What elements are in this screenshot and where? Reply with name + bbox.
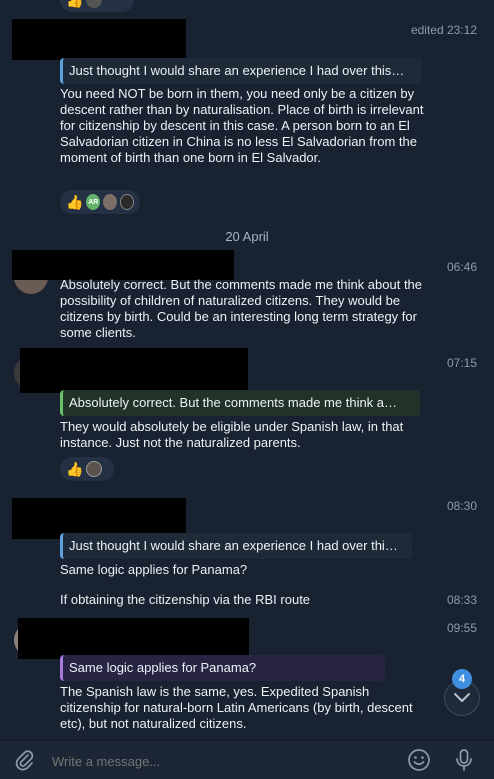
redacted-sender <box>20 348 248 393</box>
attach-button[interactable] <box>11 747 37 773</box>
redacted-sender <box>12 250 234 280</box>
message-time: 09:55 <box>446 621 477 635</box>
thumbs-up-icon: 👍 <box>66 460 84 477</box>
redacted-sender <box>12 19 186 60</box>
reaction-avatar <box>86 461 103 477</box>
message-text: If obtaining the citizenship via the RBI… <box>60 592 311 607</box>
reply-quote[interactable]: Absolutely correct. But the comments mad… <box>60 390 420 416</box>
date-separator: 20 April <box>225 229 269 244</box>
smiley-icon <box>408 749 430 771</box>
reaction-avatar: AR <box>86 194 101 210</box>
message[interactable]: 09:55 Same logic applies for Panama? The… <box>0 617 494 740</box>
emoji-button[interactable] <box>406 747 432 773</box>
paperclip-icon <box>15 750 34 771</box>
reaction-bar[interactable]: 👍 AR <box>60 190 140 214</box>
message-time: 08:30 <box>446 499 477 513</box>
reply-quote[interactable]: Same logic applies for Panama? <box>60 655 385 681</box>
message[interactable]: 07:15 Absolutely correct. But the commen… <box>0 348 494 488</box>
message[interactable]: edited 23:12 Just thought I would share … <box>0 0 494 220</box>
message-input[interactable] <box>50 748 384 774</box>
message-text: Absolutely correct. But the comments mad… <box>60 277 423 340</box>
voice-button[interactable] <box>451 747 477 773</box>
reply-quote[interactable]: Just thought I would share an experience… <box>60 58 422 84</box>
chat-history[interactable]: 👍 edited 23:12 Just thought I would shar… <box>0 0 494 740</box>
message-time: edited 23:12 <box>410 23 477 37</box>
message-text: Same logic applies for Panama? <box>60 562 248 577</box>
message-time: 06:46 <box>446 260 477 274</box>
message-time: 08:33 <box>446 593 477 607</box>
unread-badge: 4 <box>452 669 472 689</box>
thumbs-up-icon: 👍 <box>66 193 84 210</box>
message-text: They would absolutely be eligible under … <box>60 419 404 450</box>
reaction-bar[interactable]: 👍 <box>60 457 114 481</box>
reply-quote[interactable]: Just thought I would share an experience… <box>60 533 412 559</box>
message[interactable]: 08:30 Just thought I would share an expe… <box>0 495 494 615</box>
reaction-avatar <box>119 194 135 210</box>
message-composer <box>0 740 494 779</box>
message-time: 07:15 <box>446 356 477 370</box>
chevron-down-icon <box>454 693 470 702</box>
microphone-icon <box>456 749 472 771</box>
redacted-sender <box>18 618 249 659</box>
message[interactable]: 06:46 Absolutely correct. But the commen… <box>0 250 494 345</box>
reaction-avatar <box>103 194 117 210</box>
message-text: You need NOT be born in them, you need o… <box>60 86 424 165</box>
message-text: The Spanish law is the same, yes. Expedi… <box>60 684 413 731</box>
